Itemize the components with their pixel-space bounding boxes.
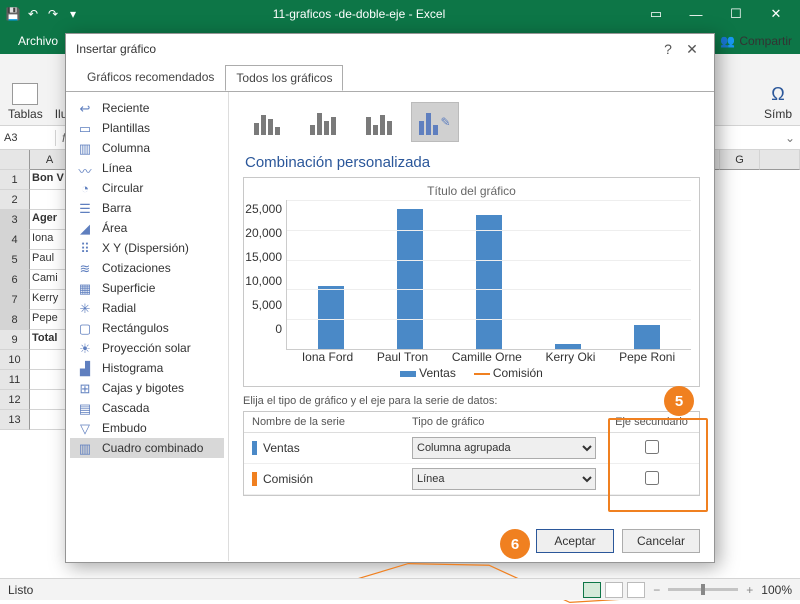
view-normal-icon[interactable] [583, 582, 601, 598]
chart-subtype-row: ✎ [243, 102, 700, 142]
chart-preview: Título del gráfico 25,00020,00015,00010,… [243, 177, 700, 387]
dialog-help-icon[interactable]: ? [656, 41, 680, 57]
chart-type-superficie[interactable]: ▦Superficie [70, 278, 224, 298]
chart-type-list[interactable]: ↩Reciente▭Plantillas▥Columna〰Línea◔Circu… [66, 92, 229, 561]
chart-type-circular[interactable]: ◔Circular [70, 178, 224, 198]
section-title: Combinación personalizada [245, 154, 700, 171]
share-icon: 👥 [720, 34, 735, 48]
chart-type-plantillas[interactable]: ▭Plantillas [70, 118, 224, 138]
chart-type-cajas-y-bigotes[interactable]: ⊞Cajas y bigotes [70, 378, 224, 398]
subtype-3[interactable] [355, 102, 403, 142]
chart-type-proyecci-n-solar[interactable]: ☀Proyección solar [70, 338, 224, 358]
callout-5: 5 [664, 386, 694, 416]
chart-type-x-y-dispersi-n-[interactable]: ⠿X Y (Dispersión) [70, 238, 224, 258]
menu-share[interactable]: 👥 Compartir [720, 34, 792, 48]
save-icon[interactable]: 💾 [4, 5, 22, 23]
view-pagebreak-icon[interactable] [627, 582, 645, 598]
chart-title: Título del gráfico [252, 184, 691, 198]
chart-type-cascada[interactable]: ▤Cascada [70, 398, 224, 418]
window-title: 11-graficos -de-doble-eje - Excel [82, 7, 636, 21]
dialog-close-icon[interactable]: ✕ [680, 41, 704, 58]
view-layout-icon[interactable] [605, 582, 623, 598]
ribbon-tablas[interactable]: Tablas [8, 58, 43, 121]
ok-button[interactable]: Aceptar [536, 529, 614, 553]
tab-all-charts[interactable]: Todos los gráficos [225, 65, 343, 91]
chart-type-rect-ngulos[interactable]: ▢Rectángulos [70, 318, 224, 338]
subtype-1[interactable] [243, 102, 291, 142]
callout-6: 6 [500, 529, 530, 559]
name-box[interactable]: A3 [0, 130, 56, 146]
chart-type-columna[interactable]: ▥Columna [70, 138, 224, 158]
status-ready: Listo [8, 583, 33, 597]
ribbon-opts-icon[interactable]: ▭ [636, 0, 676, 28]
cancel-button[interactable]: Cancelar [622, 529, 700, 553]
status-bar: Listo − + 100% [0, 578, 800, 600]
close-icon[interactable]: ✕ [756, 0, 796, 28]
chart-type-radial[interactable]: ✳Radial [70, 298, 224, 318]
ribbon-simb[interactable]: ΩSímb [764, 58, 792, 121]
chart-type-embudo[interactable]: ▽Embudo [70, 418, 224, 438]
chart-type-cuadro-combinado[interactable]: ▥Cuadro combinado [70, 438, 224, 458]
chart-type-histograma[interactable]: ▟Histograma [70, 358, 224, 378]
chart-type-cotizaciones[interactable]: ≋Cotizaciones [70, 258, 224, 278]
insert-chart-dialog: Insertar gráfico ? ✕ Gráficos recomendad… [65, 33, 715, 563]
subtype-2[interactable] [299, 102, 347, 142]
chart-type--rea[interactable]: ◢Área [70, 218, 224, 238]
dialog-tabs: Gráficos recomendados Todos los gráficos [66, 64, 714, 91]
title-bar: 💾 ↶ ↷ ▾ 11-graficos -de-doble-eje - Exce… [0, 0, 800, 28]
qat-customize-icon[interactable]: ▾ [64, 5, 82, 23]
minimize-icon[interactable]: — [676, 0, 716, 28]
chart-canvas [286, 200, 691, 350]
undo-icon[interactable]: ↶ [24, 5, 42, 23]
chart-type-reciente[interactable]: ↩Reciente [70, 98, 224, 118]
redo-icon[interactable]: ↷ [44, 5, 62, 23]
zoom-out-icon[interactable]: − [653, 583, 660, 597]
chart-config-pane: ✎ Combinación personalizada Título del g… [229, 92, 714, 561]
subtype-custom[interactable]: ✎ [411, 102, 459, 142]
menu-archivo[interactable]: Archivo [8, 30, 68, 52]
zoom-slider[interactable] [668, 588, 738, 591]
tab-recommended[interactable]: Gráficos recomendados [76, 64, 225, 90]
dialog-title: Insertar gráfico [76, 42, 156, 56]
chart-type-barra[interactable]: ☰Barra [70, 198, 224, 218]
chart-type-l-nea[interactable]: 〰Línea [70, 158, 224, 178]
formula-expand-icon[interactable]: ⌄ [780, 131, 800, 145]
zoom-in-icon[interactable]: + [746, 583, 753, 597]
y-axis: 25,00020,00015,00010,0005,0000 [252, 200, 286, 350]
maximize-icon[interactable]: ☐ [716, 0, 756, 28]
zoom-level: 100% [761, 583, 792, 597]
